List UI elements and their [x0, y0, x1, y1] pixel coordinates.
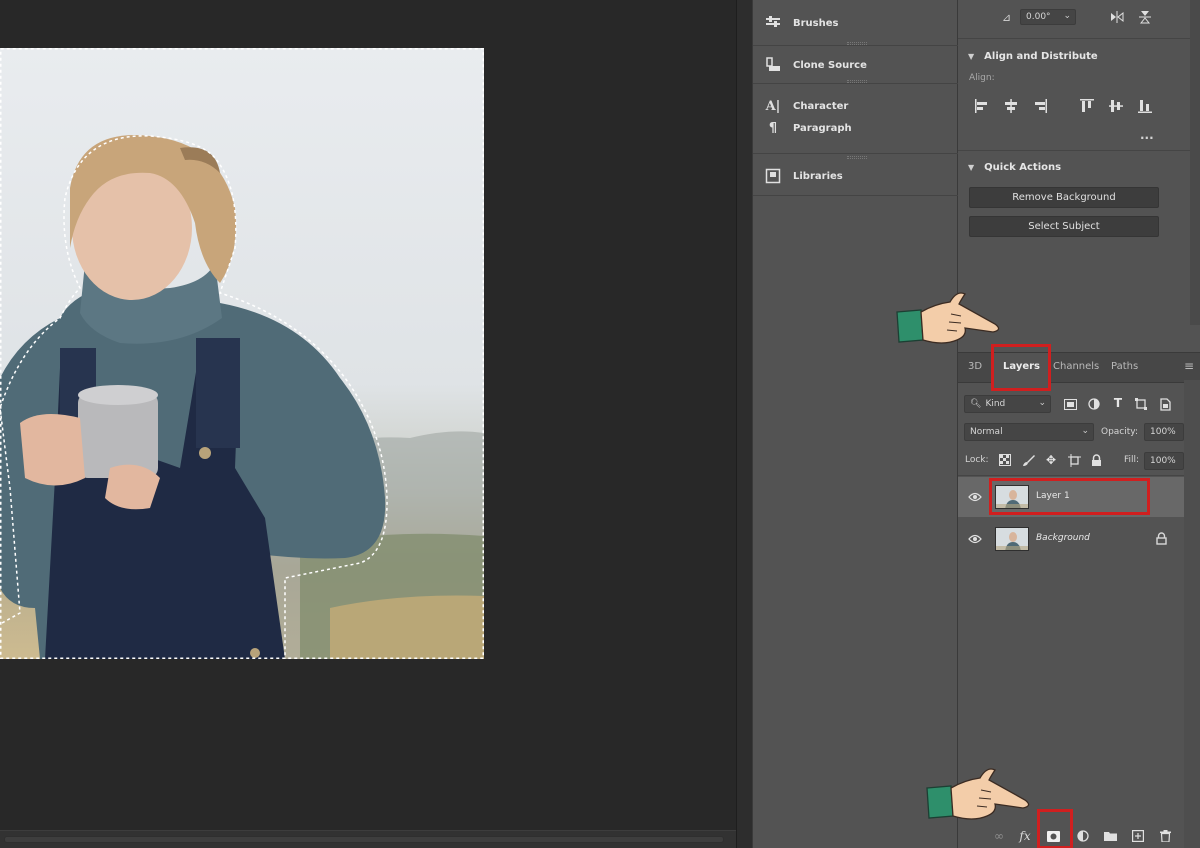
- align-horizontal-center-icon[interactable]: [1003, 98, 1019, 114]
- opacity-label: Opacity:: [1101, 427, 1138, 437]
- link-layers-icon[interactable]: ∞: [992, 829, 1006, 843]
- align-vertical-center-icon[interactable]: [1108, 98, 1124, 114]
- section-title: Quick Actions: [984, 161, 1062, 173]
- section-title: Align and Distribute: [984, 50, 1098, 62]
- caret-down-icon: ▼: [968, 51, 975, 61]
- panel-grip[interactable]: [847, 42, 867, 45]
- more-options-button[interactable]: ...: [1140, 128, 1154, 142]
- pointing-hand-icon: [896, 292, 1000, 344]
- tab-channels[interactable]: Channels: [1053, 361, 1099, 372]
- opacity-field[interactable]: 100%: [1144, 423, 1184, 441]
- paragraph-icon: ¶: [768, 120, 778, 136]
- clone-source-icon: [765, 57, 781, 73]
- highlight-box-layers-tab: [991, 344, 1051, 391]
- dock-divider: [736, 0, 752, 848]
- lock-label: Lock:: [965, 455, 989, 465]
- eye-icon[interactable]: [968, 492, 982, 502]
- libraries-icon: [765, 168, 781, 184]
- dock-item-label: Character: [793, 100, 849, 112]
- angle-value: 0.00°: [1026, 12, 1051, 22]
- filter-kind-select[interactable]: 🔍︎ Kind ⌄: [964, 395, 1051, 413]
- dock-item-libraries[interactable]: Libraries: [753, 162, 959, 190]
- filter-adjustment-icon[interactable]: [1087, 397, 1101, 411]
- new-layer-icon[interactable]: [1131, 829, 1145, 843]
- divider: [958, 150, 1190, 151]
- dock-group-brushes: Brushes: [753, 0, 959, 46]
- delete-layer-icon[interactable]: [1158, 829, 1172, 843]
- layers-scrollbar[interactable]: [1184, 380, 1200, 848]
- angle-field[interactable]: 0.00° ⌄: [1020, 9, 1076, 25]
- quick-actions-header[interactable]: ▼ Quick Actions: [958, 156, 1190, 178]
- eye-icon[interactable]: [968, 534, 982, 544]
- dock-group-clone-source: Clone Source: [753, 46, 959, 84]
- document-image[interactable]: [0, 48, 484, 659]
- lock-all-icon[interactable]: [1089, 453, 1103, 467]
- photo-illustration: [0, 48, 484, 659]
- dock-item-label: Brushes: [793, 17, 839, 29]
- divider: [958, 38, 1190, 39]
- filter-kind-value: Kind: [985, 399, 1006, 409]
- remove-background-button[interactable]: Remove Background: [969, 187, 1159, 208]
- dock-item-label: Libraries: [793, 170, 843, 182]
- blend-mode-value: Normal: [970, 427, 1003, 437]
- new-group-icon[interactable]: [1103, 829, 1117, 843]
- filter-smart-object-icon[interactable]: [1158, 397, 1172, 411]
- properties-scrollbar[interactable]: [1190, 0, 1200, 325]
- highlight-box-add-mask: [1037, 809, 1073, 848]
- flip-vertical-icon[interactable]: [1138, 10, 1152, 24]
- search-icon: 🔍︎: [970, 399, 982, 409]
- layer-name: Background: [1036, 533, 1090, 543]
- fill-field[interactable]: 100%: [1144, 452, 1184, 470]
- dock-item-label: Clone Source: [793, 59, 867, 71]
- filter-type-icon[interactable]: T: [1111, 396, 1125, 410]
- lock-position-icon[interactable]: ✥: [1044, 453, 1058, 467]
- panel-grip[interactable]: [847, 80, 867, 83]
- lock-icon: [1156, 532, 1167, 545]
- dock-item-label: Paragraph: [793, 122, 852, 134]
- dock-item-brushes[interactable]: Brushes: [753, 9, 959, 37]
- brushes-icon: [765, 15, 781, 31]
- flip-horizontal-icon[interactable]: [1110, 10, 1124, 24]
- highlight-box-layer-1: [989, 478, 1150, 515]
- opacity-value: 100%: [1150, 427, 1176, 437]
- dock-group-type: A| Character ¶ Paragraph: [753, 84, 959, 159]
- align-left-icon[interactable]: [974, 98, 990, 114]
- scrollbar-thumb[interactable]: [4, 836, 724, 843]
- adjustment-layer-icon[interactable]: [1076, 829, 1090, 843]
- caret-down-icon: ▼: [968, 162, 975, 172]
- character-icon: A|: [765, 98, 781, 114]
- align-bottom-icon[interactable]: [1137, 98, 1153, 114]
- dock-group-libraries: Libraries: [753, 154, 959, 196]
- blend-mode-select[interactable]: Normal ⌄: [964, 423, 1094, 441]
- panel-menu-icon[interactable]: ≡: [1184, 359, 1194, 373]
- align-top-icon[interactable]: [1079, 98, 1095, 114]
- chevron-down-icon: ⌄: [1081, 426, 1089, 436]
- filter-shape-icon[interactable]: [1134, 397, 1148, 411]
- align-label: Align:: [969, 73, 995, 83]
- horizontal-scrollbar[interactable]: [0, 830, 736, 848]
- pointing-hand-icon: [926, 768, 1030, 820]
- divider: [958, 475, 1184, 476]
- align-right-icon[interactable]: [1032, 98, 1048, 114]
- fill-value: 100%: [1150, 456, 1176, 466]
- chevron-down-icon: ⌄: [1038, 398, 1046, 408]
- chevron-down-icon: ⌄: [1063, 11, 1071, 21]
- lock-image-pixels-icon[interactable]: [1021, 453, 1035, 467]
- layer-row-background[interactable]: Background: [958, 519, 1184, 559]
- layer-thumbnail: [995, 527, 1029, 551]
- fill-label: Fill:: [1124, 455, 1140, 465]
- filter-pixel-icon[interactable]: [1063, 397, 1077, 411]
- lock-artboard-icon[interactable]: [1067, 453, 1081, 467]
- tab-paths[interactable]: Paths: [1111, 361, 1138, 372]
- dock-item-clone-source[interactable]: Clone Source: [753, 51, 959, 79]
- tab-3d[interactable]: 3D: [968, 361, 982, 372]
- angle-icon: ⊿: [1002, 11, 1012, 24]
- align-distribute-header[interactable]: ▼ Align and Distribute: [958, 45, 1190, 67]
- fx-icon[interactable]: fx: [1018, 829, 1032, 843]
- panel-dock-collapsed: Brushes Clone Source A| Character ¶ Para…: [752, 0, 959, 848]
- select-subject-button[interactable]: Select Subject: [969, 216, 1159, 237]
- document-canvas[interactable]: [0, 0, 736, 830]
- lock-transparent-pixels-icon[interactable]: [998, 453, 1012, 467]
- dock-item-paragraph[interactable]: ¶ Paragraph: [753, 114, 959, 142]
